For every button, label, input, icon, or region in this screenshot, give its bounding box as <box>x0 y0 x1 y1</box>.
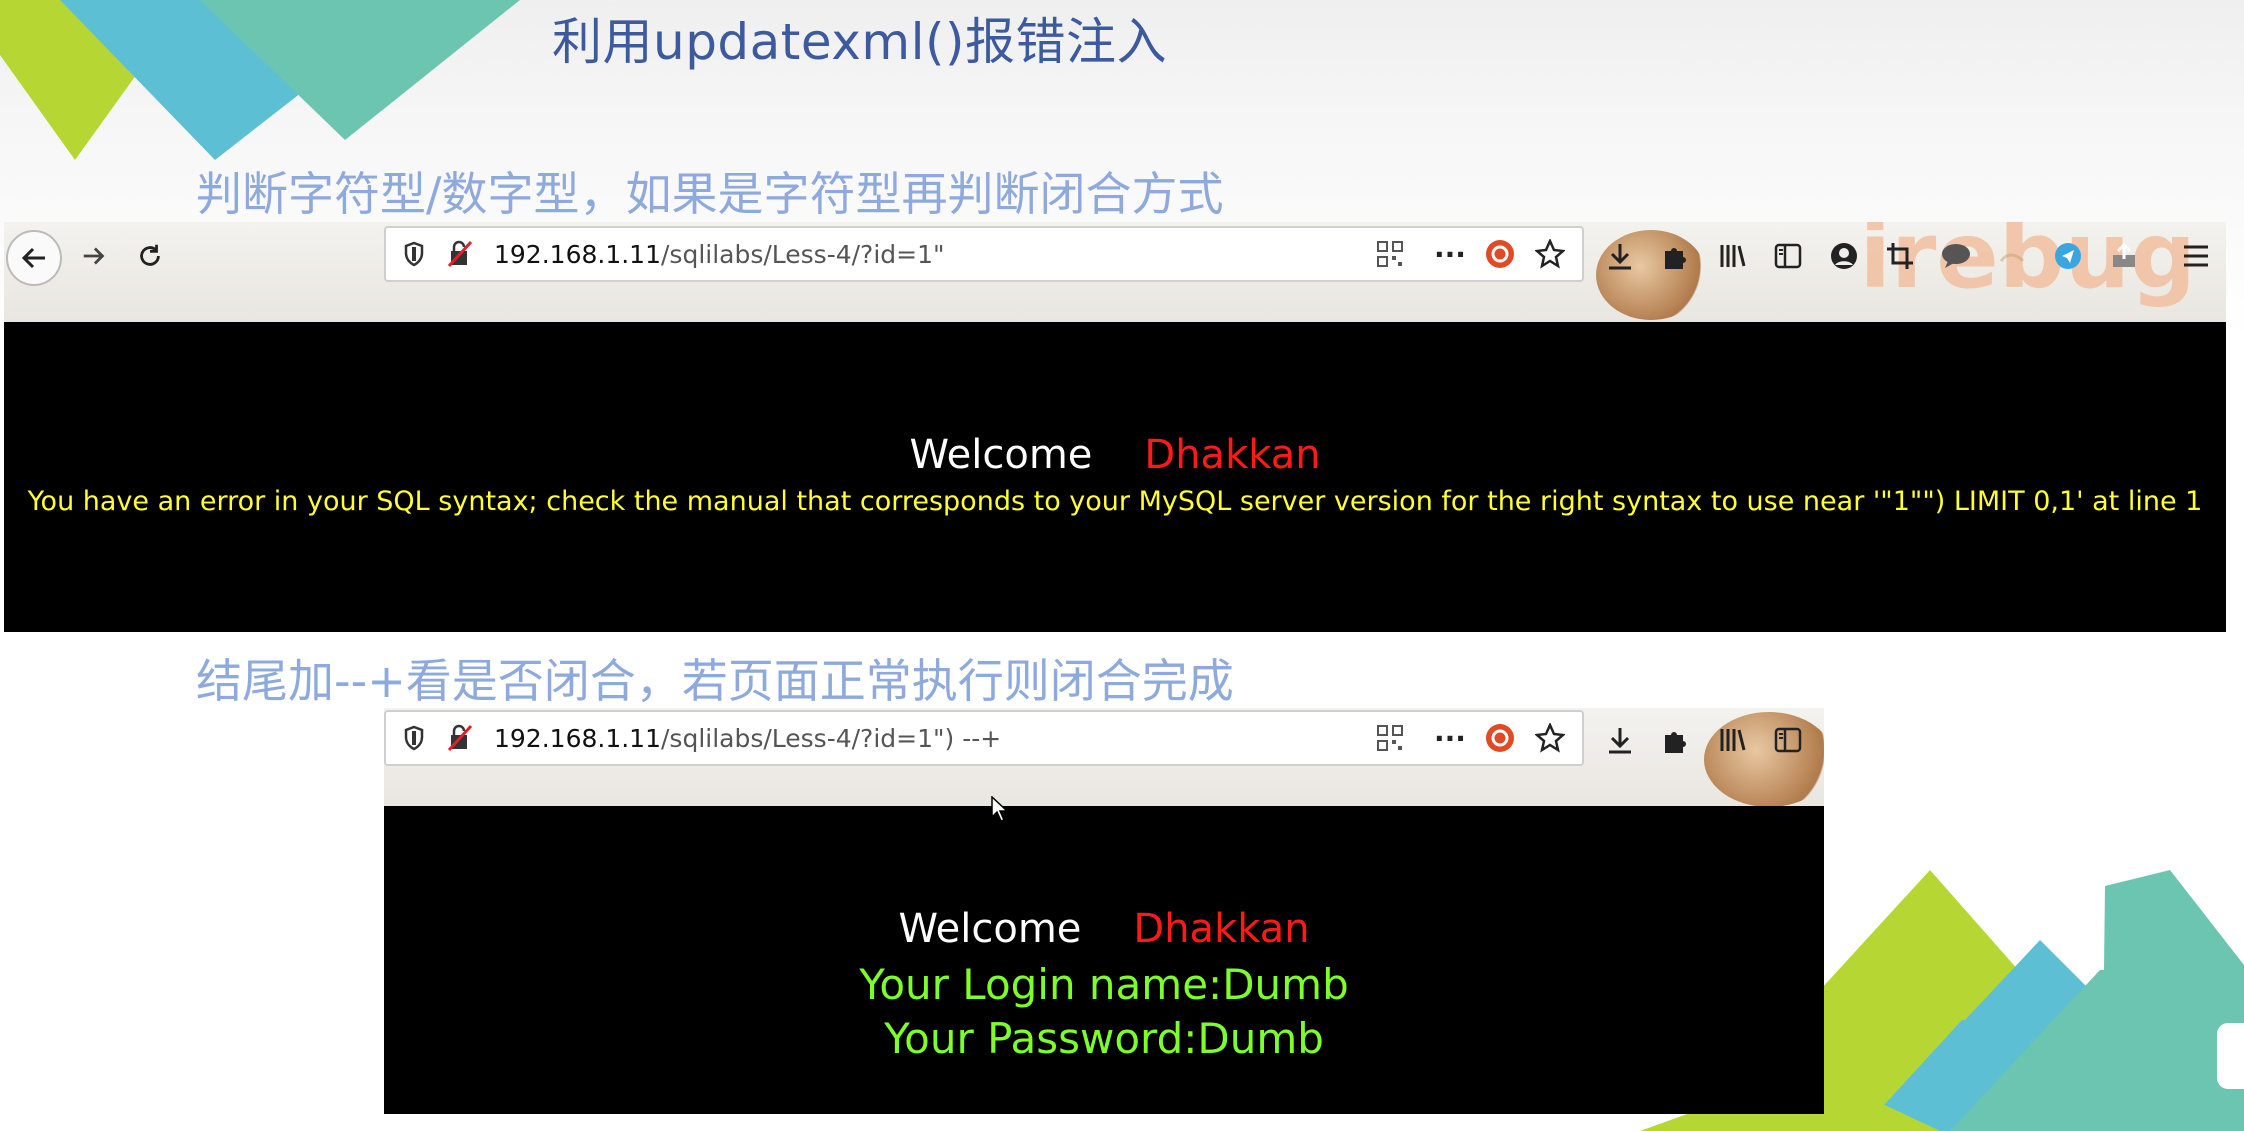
decor-top-left <box>0 0 520 160</box>
puzzle-icon[interactable] <box>1654 234 1698 278</box>
login-name-text: Your Login name:Dumb <box>859 960 1349 1009</box>
sidebar-icon[interactable] <box>1766 234 1810 278</box>
welcome-line: Welcome Dhakkan <box>384 906 1824 952</box>
download-icon[interactable] <box>1598 234 1642 278</box>
send-icon[interactable] <box>2046 234 2090 278</box>
url-host: 192.168.1.11 <box>494 239 661 269</box>
welcome-text: Welcome <box>898 906 1082 952</box>
caption-2: 结尾加--+看是否闭合，若页面正常执行则闭合完成 <box>196 654 1234 708</box>
address-bar[interactable]: 192.168.1.11/sqlilabs/Less-4/?id=1" ··· <box>384 226 1584 282</box>
qr-icon[interactable] <box>1370 718 1410 758</box>
url-host: 192.168.1.11 <box>494 723 661 753</box>
browser-screenshot-1: irebug 192.168.1.11/sqlilabs/Less-4/?id=… <box>4 222 2226 632</box>
ubuntu-icon[interactable] <box>1480 718 1520 758</box>
url-path: /sqlilabs/Less-4/?id=1") --+ <box>661 723 1002 753</box>
sql-error-message: You have an error in your SQL syntax; ch… <box>27 486 2203 517</box>
library-icon[interactable] <box>1710 718 1754 762</box>
browser-toolbar: irebug 192.168.1.11/sqlilabs/Less-4/?id=… <box>4 222 2226 322</box>
more-icon[interactable]: ··· <box>1430 718 1470 758</box>
profile-icon[interactable] <box>1822 234 1866 278</box>
insecure-icon[interactable] <box>440 718 480 758</box>
forward-icon[interactable] <box>72 234 116 278</box>
url-path: /sqlilabs/Less-4/?id=1" <box>661 239 945 269</box>
upload-icon[interactable] <box>2102 234 2146 278</box>
slide-title: 利用updatexml()报错注入 <box>552 13 1167 71</box>
shield-icon[interactable] <box>394 234 434 274</box>
password-text: Your Password:Dumb <box>884 1014 1324 1063</box>
welcome-line: Welcome Dhakkan <box>4 432 2226 478</box>
welcome-text: Welcome <box>909 432 1093 478</box>
address-bar[interactable]: 192.168.1.11/sqlilabs/Less-4/?id=1") --+… <box>384 710 1584 766</box>
caption-1: 判断字符型/数字型，如果是字符型再判断闭合方式 <box>196 167 1224 221</box>
extension-icon[interactable] <box>1990 234 2034 278</box>
qr-icon[interactable] <box>1370 234 1410 274</box>
page-content: Welcome Dhakkan You have an error in your… <box>4 322 2226 632</box>
insecure-icon[interactable] <box>440 234 480 274</box>
menu-icon[interactable] <box>2174 234 2218 278</box>
page-content: Welcome Dhakkan Your Login name:Dumb Your… <box>384 806 1824 1114</box>
star-icon[interactable] <box>1530 718 1570 758</box>
browser-toolbar: 192.168.1.11/sqlilabs/Less-4/?id=1") --+… <box>384 708 1824 808</box>
browser-screenshot-2: 192.168.1.11/sqlilabs/Less-4/?id=1") --+… <box>384 708 1824 1114</box>
ubuntu-icon[interactable] <box>1480 234 1520 274</box>
library-icon[interactable] <box>1710 234 1754 278</box>
crop-icon[interactable] <box>1878 234 1922 278</box>
star-icon[interactable] <box>1530 234 1570 274</box>
reload-icon[interactable] <box>128 234 172 278</box>
decor-edge-button <box>2214 1020 2244 1092</box>
back-icon[interactable] <box>6 230 62 286</box>
chat-icon[interactable] <box>1934 234 1978 278</box>
user-name: Dhakkan <box>1133 906 1310 952</box>
sidebar-icon[interactable] <box>1766 718 1810 762</box>
mouse-cursor-icon <box>988 794 1012 824</box>
download-icon[interactable] <box>1598 718 1642 762</box>
user-name: Dhakkan <box>1144 432 1321 478</box>
shield-icon[interactable] <box>394 718 434 758</box>
more-icon[interactable]: ··· <box>1430 234 1470 274</box>
puzzle-icon[interactable] <box>1654 718 1698 762</box>
